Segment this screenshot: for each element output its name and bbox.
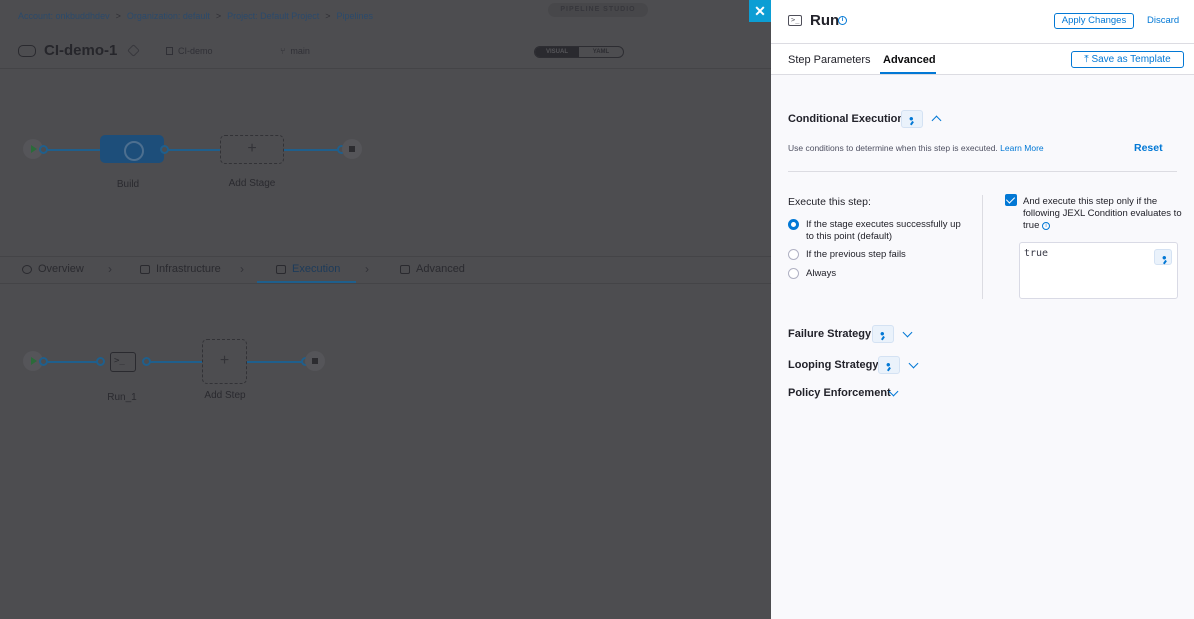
tab-step-parameters[interactable]: Step Parameters xyxy=(788,54,871,66)
chevron-right-icon: › xyxy=(365,262,369,276)
jexl-condition-input[interactable]: true xyxy=(1019,242,1178,299)
radio-stage-success-label[interactable]: If the stage executes successfully up to… xyxy=(806,219,971,243)
header-divider xyxy=(0,68,771,69)
tab-advanced[interactable]: Advanced xyxy=(400,263,465,275)
reset-button[interactable]: Reset xyxy=(1134,142,1163,154)
infrastructure-icon xyxy=(140,264,150,274)
tab-execution[interactable]: Execution xyxy=(276,263,340,275)
add-step-button[interactable]: + xyxy=(202,339,247,384)
chevron-right-icon: › xyxy=(108,262,112,276)
branch-info[interactable]: ⑂ main xyxy=(280,46,310,56)
add-stage-label: Add Stage xyxy=(228,178,276,189)
visual-toggle[interactable]: VISUAL xyxy=(535,47,579,57)
conditional-execution-title: Conditional Execution xyxy=(788,113,905,125)
overview-icon xyxy=(22,264,32,274)
pipeline-header: CI-demo-1 xyxy=(18,42,141,59)
jexl-condition-value: true xyxy=(1024,248,1049,259)
breadcrumb: Account: onkbuddhdev > Organization: defa… xyxy=(18,11,374,21)
drawer-title: Run xyxy=(810,12,840,29)
repo-name: CI-demo xyxy=(178,46,213,56)
breadcrumb-organization[interactable]: Organization: default xyxy=(127,11,210,21)
pipeline-name: CI-demo-1 xyxy=(44,42,118,59)
build-stage-label: Build xyxy=(116,179,140,190)
pipeline-studio-background: Account: onkbuddhdev > Organization: defa… xyxy=(0,0,771,619)
execution-end-node xyxy=(305,351,325,371)
radio-stage-success[interactable] xyxy=(788,219,799,230)
pin-icon[interactable] xyxy=(901,110,923,128)
discard-button[interactable]: Discard xyxy=(1147,15,1179,26)
pin-icon[interactable] xyxy=(878,356,900,374)
yaml-toggle[interactable]: YAML xyxy=(579,47,623,57)
radio-previous-step-fails[interactable] xyxy=(788,249,799,260)
drawer-tabs: Step Parameters Advanced ⤒ Save as Templ… xyxy=(771,44,1194,75)
edit-icon[interactable] xyxy=(127,44,141,57)
radio-always-label[interactable]: Always xyxy=(806,268,836,280)
save-as-template-button[interactable]: ⤒ Save as Template xyxy=(1071,51,1184,68)
advanced-icon xyxy=(400,264,410,274)
conditional-description: Use conditions to determine when this st… xyxy=(788,143,1044,153)
terminal-icon: >_ xyxy=(788,15,802,26)
drawer-header: >_ Run i Apply Changes Discard xyxy=(771,0,1194,44)
breadcrumb-account[interactable]: Account: onkbuddhdev xyxy=(18,11,110,21)
step-config-drawer: >_ Run i Apply Changes Discard Step Para… xyxy=(771,0,1194,619)
tab-infrastructure[interactable]: Infrastructure xyxy=(140,263,221,275)
pipeline-end-node xyxy=(342,139,362,159)
stage-tabs-bar xyxy=(0,256,771,284)
jexl-condition-label: And execute this step only if the follow… xyxy=(1023,196,1182,231)
repo-icon xyxy=(166,47,173,55)
column-divider xyxy=(982,195,983,299)
radio-previous-step-fails-label[interactable]: If the previous step fails xyxy=(806,249,906,261)
execution-icon xyxy=(276,264,286,274)
pipeline-studio-badge: PIPELINE STUDIO xyxy=(548,3,648,17)
chevron-right-icon: › xyxy=(240,262,244,276)
tab-advanced-settings[interactable]: Advanced xyxy=(883,54,936,66)
active-tab-indicator xyxy=(880,72,936,74)
tab-overview[interactable]: Overview xyxy=(22,263,84,275)
active-tab-indicator xyxy=(257,281,356,283)
run-step-label: Run_1 xyxy=(107,392,137,403)
git-branch-icon: ⑂ xyxy=(280,46,286,56)
pin-icon[interactable] xyxy=(872,325,894,343)
apply-changes-button[interactable]: Apply Changes xyxy=(1054,13,1134,29)
jexl-condition-checkbox[interactable] xyxy=(1005,194,1017,206)
learn-more-link[interactable]: Learn More xyxy=(1000,143,1043,153)
breadcrumb-project[interactable]: Project: Default Project xyxy=(227,11,319,21)
breadcrumb-pipelines[interactable]: Pipelines xyxy=(336,11,373,21)
info-icon[interactable]: i xyxy=(838,16,847,25)
info-icon[interactable]: i xyxy=(1042,222,1051,230)
pipeline-icon xyxy=(18,44,36,57)
close-drawer-button[interactable]: ✕ xyxy=(749,0,771,22)
view-mode-toggle[interactable]: VISUAL YAML xyxy=(534,46,624,58)
pin-icon[interactable] xyxy=(1154,249,1172,266)
looping-strategy-title[interactable]: Looping Strategy xyxy=(788,359,878,371)
section-divider xyxy=(788,171,1177,172)
execute-step-label: Execute this step: xyxy=(788,196,871,208)
policy-enforcement-title[interactable]: Policy Enforcement xyxy=(788,387,891,399)
add-step-label: Add Step xyxy=(204,390,246,401)
upload-icon: ⤒ xyxy=(1084,54,1089,65)
failure-strategy-title[interactable]: Failure Strategy xyxy=(788,328,871,340)
repo-info: CI-demo xyxy=(166,46,213,56)
run-step-node[interactable]: >_ xyxy=(110,352,136,372)
drawer-body xyxy=(771,75,1194,619)
branch-name: main xyxy=(290,46,310,56)
build-stage-node[interactable] xyxy=(100,135,164,163)
radio-always[interactable] xyxy=(788,268,799,279)
add-stage-button[interactable]: + xyxy=(220,135,284,164)
